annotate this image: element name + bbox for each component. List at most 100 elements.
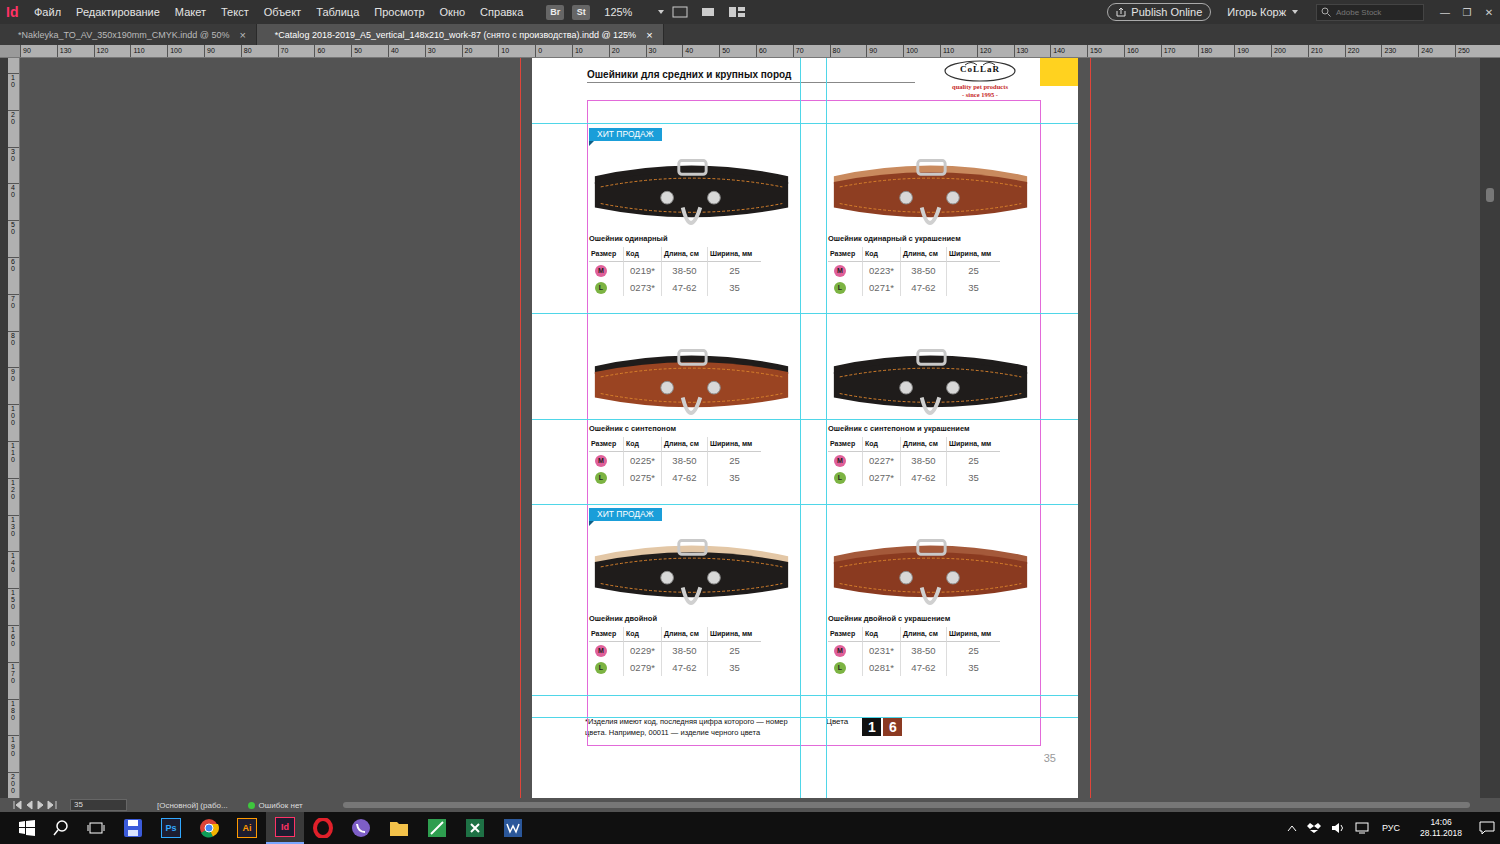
- window-control[interactable]: ❐: [1456, 7, 1478, 18]
- network-icon[interactable]: [1355, 822, 1369, 834]
- folder-icon[interactable]: [389, 819, 409, 837]
- menu-item[interactable]: Таблица: [316, 6, 359, 18]
- product-card[interactable]: ХИТ ПРОДАЖОшейник одинарныйРазмерКодДлин…: [587, 123, 800, 313]
- taskbar-app[interactable]: Id: [266, 812, 304, 844]
- table-header: Ширина, мм: [946, 247, 1000, 262]
- arrange-icon[interactable]: [728, 6, 746, 18]
- close-tab-button[interactable]: ×: [239, 29, 245, 41]
- volume-icon[interactable]: [1331, 822, 1345, 834]
- code-cell: 0231*: [862, 642, 900, 659]
- guide[interactable]: [532, 313, 1078, 314]
- pasteboard[interactable]: Ошейники для средних и крупных породCoLL…: [20, 58, 1480, 798]
- view-icon[interactable]: [672, 6, 688, 18]
- green-app-icon[interactable]: [427, 818, 447, 838]
- length-cell: 47-62: [661, 659, 707, 676]
- guide[interactable]: [826, 58, 827, 798]
- page-nav-icon[interactable]: [12, 800, 60, 810]
- width-cell: 25: [946, 642, 1000, 659]
- taskbar-app[interactable]: Ai: [228, 812, 266, 844]
- guide[interactable]: [532, 419, 1078, 420]
- document-tab[interactable]: *Catalog 2018-2019_A5_vertical_148x210_w…: [257, 24, 664, 45]
- word-icon[interactable]: [503, 818, 523, 838]
- document-page[interactable]: Ошейники для средних и крупных породCoLL…: [532, 58, 1078, 798]
- size-table: РазмерКодДлина, смШирина, ммM0229*38-502…: [589, 627, 761, 676]
- excel-icon[interactable]: [465, 818, 485, 838]
- guide[interactable]: [532, 695, 1078, 696]
- chrome-icon[interactable]: [199, 818, 219, 838]
- product-name[interactable]: Ошейник с синтепоном: [589, 424, 800, 433]
- product-name[interactable]: Ошейник двойной: [589, 614, 800, 623]
- menu-item[interactable]: Окно: [440, 6, 466, 18]
- table-header: Ширина, мм: [707, 437, 761, 452]
- vertical-scrollbar[interactable]: [1480, 58, 1500, 798]
- ruler-label: 160: [11, 626, 18, 647]
- task-view-icon[interactable]: [87, 821, 105, 835]
- stock-search[interactable]: Adobe Stock: [1316, 4, 1424, 21]
- product-card[interactable]: Ошейник двойной с украшениемРазмерКодДли…: [826, 503, 1041, 693]
- menu-item[interactable]: Редактирование: [76, 6, 160, 18]
- preflight-status[interactable]: Ошибок нет: [248, 801, 303, 810]
- length-cell: 38-50: [661, 642, 707, 659]
- stock-button[interactable]: St: [572, 5, 590, 20]
- table-header: Размер: [589, 627, 623, 642]
- product-card[interactable]: Ошейник одинарный с украшением РазмерКодД…: [826, 123, 1041, 313]
- menu-item[interactable]: Справка: [480, 6, 523, 18]
- product-name[interactable]: Ошейник одинарный с украшением: [828, 234, 1041, 243]
- bridge-button[interactable]: Br: [546, 5, 564, 20]
- bleed-line: [1090, 58, 1091, 798]
- guide[interactable]: [532, 504, 1078, 505]
- user-menu[interactable]: Игорь Корж: [1227, 6, 1298, 18]
- ruler-label: 50: [351, 45, 388, 57]
- search-icon[interactable]: [53, 820, 69, 836]
- length-cell: 38-50: [900, 452, 946, 469]
- product-name[interactable]: Ошейник одинарный: [589, 234, 800, 243]
- guide[interactable]: [532, 717, 1078, 718]
- ruler-label: 60: [756, 45, 793, 57]
- product-card[interactable]: Ошейник с синтепономРазмерКодДлина, смШи…: [587, 313, 800, 503]
- language-indicator[interactable]: РУС: [1382, 823, 1400, 833]
- product-card[interactable]: Ошейник с синтепоном и украшениемРазмерК…: [826, 313, 1041, 503]
- product-name[interactable]: Ошейник с синтепоном и украшением: [828, 424, 1041, 433]
- zoom-field[interactable]: 125%: [604, 6, 660, 18]
- mode-menu[interactable]: [Основной] (рабо...: [157, 801, 228, 810]
- close-tab-button[interactable]: ×: [646, 29, 652, 41]
- publish-online-button[interactable]: Publish Online: [1107, 3, 1211, 21]
- length-cell: 47-62: [900, 279, 946, 296]
- size-cell: L: [589, 279, 623, 296]
- tray-expand-icon[interactable]: [1287, 824, 1297, 832]
- windows-start-icon[interactable]: [19, 820, 35, 836]
- section-tab: [1040, 58, 1078, 86]
- notifications-icon[interactable]: [1479, 821, 1495, 835]
- size-table: РазмерКодДлина, смШирина, ммM0223*38-502…: [828, 247, 1000, 296]
- dropbox-icon[interactable]: [1307, 822, 1321, 834]
- page-field[interactable]: 35: [70, 799, 127, 811]
- document-tab[interactable]: *Nakleyka_TO_AV_350x190mm_CMYK.indd @ 50…: [0, 24, 257, 45]
- window-control[interactable]: ✕: [1478, 7, 1500, 18]
- viber-icon[interactable]: [351, 818, 371, 838]
- table-header: Длина, см: [661, 627, 707, 642]
- table-header: Длина, см: [900, 627, 946, 642]
- table-header: Код: [623, 627, 661, 642]
- ok-dot-icon: [248, 802, 255, 809]
- menu-item[interactable]: Текст: [221, 6, 249, 18]
- taskbar-app[interactable]: Ps: [152, 812, 190, 844]
- menu-item[interactable]: Файл: [34, 6, 61, 18]
- product-name[interactable]: Ошейник двойной с украшением: [828, 614, 1041, 623]
- page-title[interactable]: Ошейники для средних и крупных пород: [587, 58, 915, 83]
- size-badge: L: [834, 472, 846, 484]
- screen-mode-icon[interactable]: [700, 6, 716, 18]
- horizontal-scrollbar[interactable]: [343, 802, 1470, 808]
- collar-photo: [589, 329, 794, 419]
- save-app-icon[interactable]: [123, 818, 143, 838]
- guide[interactable]: [532, 123, 1078, 124]
- product-card[interactable]: ХИТ ПРОДАЖОшейник двойнойРазмерКодДлина,…: [587, 503, 800, 693]
- clock[interactable]: 14:0628.11.2018: [1420, 817, 1462, 839]
- menu-item[interactable]: Макет: [175, 6, 206, 18]
- footnote[interactable]: *Изделия имеют код, последняя цифра кото…: [585, 717, 798, 738]
- menu-item[interactable]: Объект: [264, 6, 301, 18]
- window-control[interactable]: —: [1434, 7, 1456, 18]
- opera-icon[interactable]: [313, 818, 333, 838]
- ruler-label: 240: [1418, 45, 1455, 57]
- guide[interactable]: [800, 58, 801, 798]
- menu-item[interactable]: Просмотр: [374, 6, 424, 18]
